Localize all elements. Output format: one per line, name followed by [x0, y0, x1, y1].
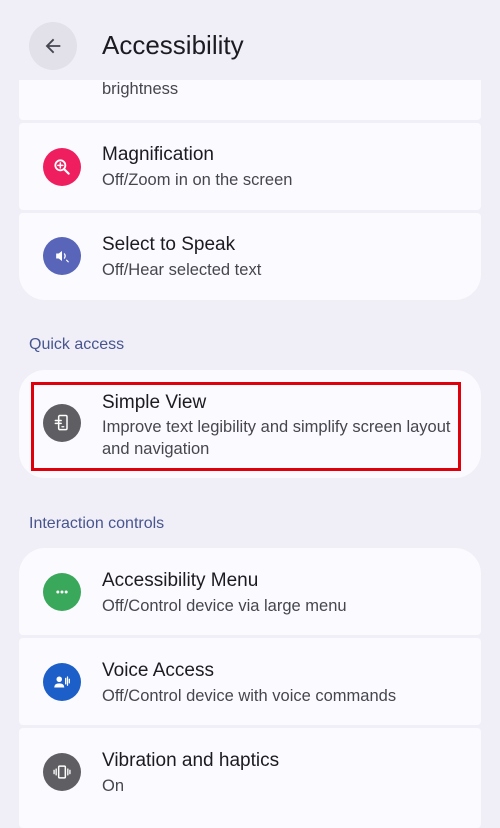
section-header-quick-access: Quick access	[29, 336, 125, 353]
item-title: Simple View	[102, 392, 207, 413]
section-header-interaction-controls: Interaction controls	[29, 515, 165, 532]
item-title: Vibration and haptics	[102, 750, 280, 771]
magnify-plus-icon	[43, 148, 81, 186]
item-subtitle: Off/Zoom in on the screen	[102, 171, 293, 189]
back-button[interactable]	[29, 22, 77, 70]
item-subtitle: Off/Hear selected text	[102, 261, 262, 279]
item-subtitle: brightness	[102, 80, 179, 98]
list-item-vibration-haptics[interactable]: Vibration and haptics On	[19, 728, 481, 828]
page-title: Accessibility	[102, 30, 244, 60]
item-subtitle: Improve text legibility and simplify scr…	[102, 418, 451, 458]
voice-person-icon	[43, 663, 81, 701]
item-title: Voice Access	[102, 660, 214, 681]
dots-menu-icon	[43, 573, 81, 611]
item-subtitle: Off/Control device with voice commands	[102, 687, 397, 705]
item-title: Magnification	[102, 144, 214, 165]
arrow-back-icon	[45, 38, 61, 54]
item-subtitle: On	[102, 777, 125, 795]
phone-screen-icon	[43, 404, 81, 442]
vibration-icon	[43, 753, 81, 791]
list-item-voice-access[interactable]: Voice Access Off/Control device with voi…	[19, 638, 481, 725]
list-item-select-to-speak[interactable]: Select to Speak Off/Hear selected text	[19, 213, 481, 300]
item-title: Accessibility Menu	[102, 570, 259, 591]
list-item-accessibility-menu[interactable]: Accessibility Menu Off/Control device vi…	[19, 548, 481, 635]
list-item-simple-view[interactable]: Simple View Improve text legibility and …	[19, 370, 481, 478]
item-title: Select to Speak	[102, 234, 236, 255]
app-header: Accessibility	[0, 0, 500, 80]
speaker-icon	[43, 237, 81, 275]
item-subtitle: Off/Control device via large menu	[102, 597, 347, 615]
list-item-magnification[interactable]: Magnification Off/Zoom in on the screen	[19, 123, 481, 210]
